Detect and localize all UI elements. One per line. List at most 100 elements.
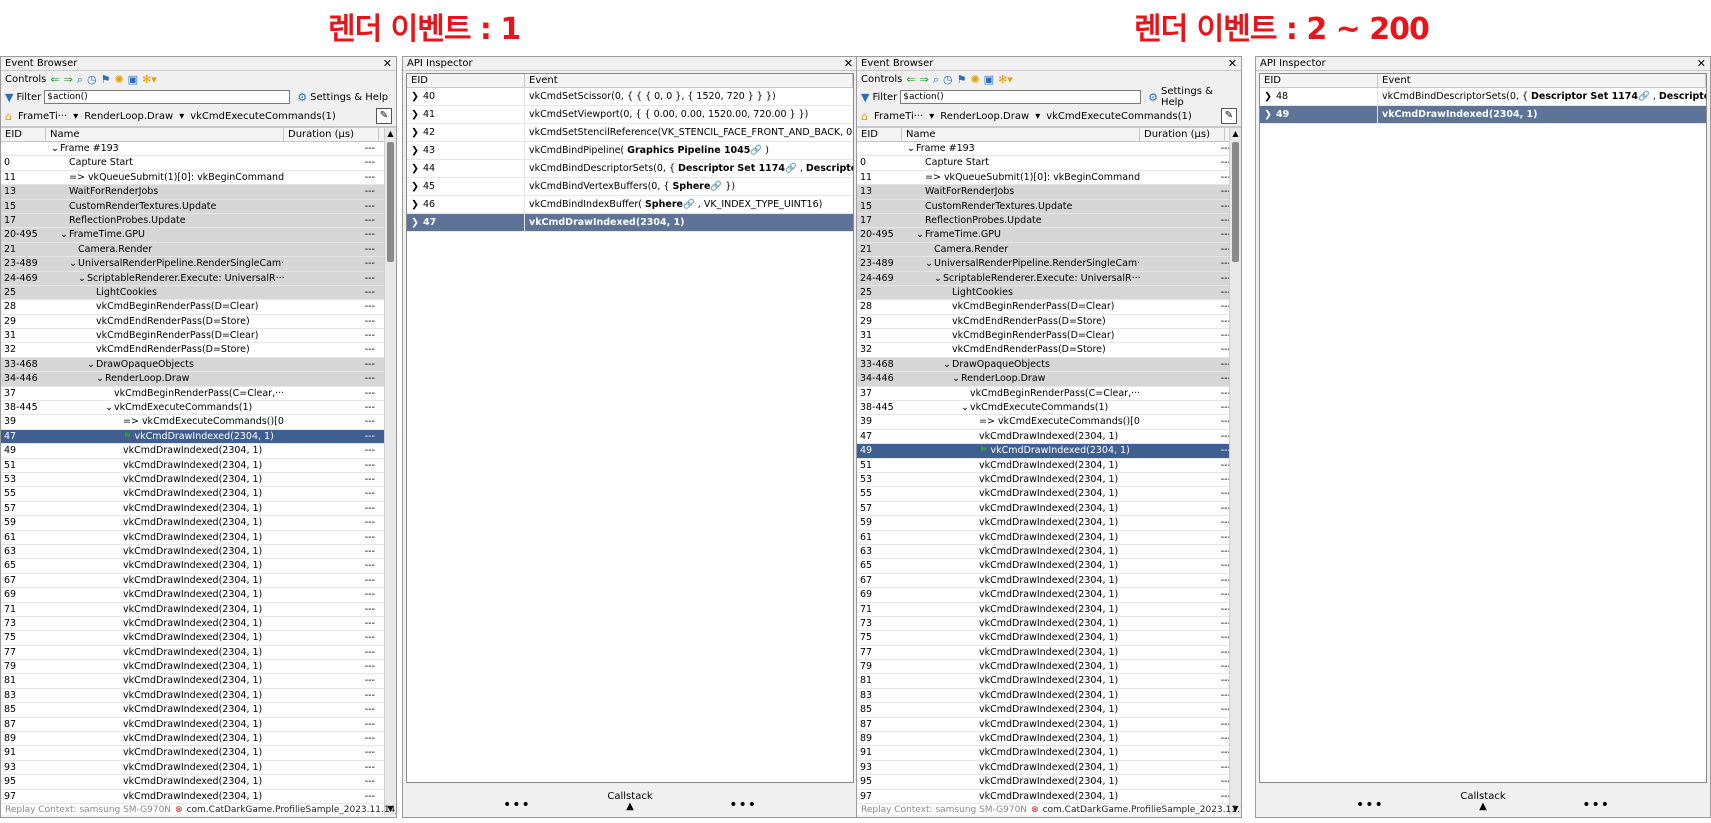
close-icon[interactable]: ✕ [1228, 57, 1237, 70]
table-row[interactable]: 28 vkCmdBeginRenderPass(D=Clear) --- [1, 300, 396, 315]
resource-link[interactable]: Descriptor [1659, 91, 1706, 102]
edit-icon[interactable]: ✎ [1221, 108, 1237, 124]
table-row[interactable]: 75 vkCmdDrawIndexed(2304, 1) --- [1, 631, 396, 646]
table-row[interactable]: 31 vkCmdBeginRenderPass(D=Clear) --- [1, 329, 396, 344]
table-row[interactable]: 95 vkCmdDrawIndexed(2304, 1) --- [857, 775, 1241, 790]
table-row[interactable]: 13 WaitForRenderJobs --- [1, 185, 396, 200]
table-row[interactable]: 24-469 ⌄ScriptableRenderer.Execute: Unive… [1, 271, 396, 286]
settings-dropdown-icon[interactable]: ✻▾ [998, 73, 1013, 86]
resource-link[interactable]: Sphere [645, 199, 683, 210]
table-row[interactable]: 67 vkCmdDrawIndexed(2304, 1) --- [857, 574, 1241, 589]
api-row[interactable]: ❯ 49 vkCmdDrawIndexed(2304, 1) [1260, 106, 1706, 124]
table-row[interactable]: 79 vkCmdDrawIndexed(2304, 1) --- [857, 660, 1241, 675]
expand-chevron-icon[interactable]: ⌄ [50, 142, 60, 155]
table-row[interactable]: 33-468 ⌄DrawOpaqueObjects --- [857, 357, 1241, 373]
table-row[interactable]: 37 vkCmdBeginRenderPass(C=Clear,··· --- [857, 387, 1241, 402]
chevron-right-icon[interactable]: ❯ [411, 124, 423, 141]
column-header-eid[interactable]: EID [1260, 74, 1378, 87]
api-row[interactable]: ❯ 46 vkCmdBindIndexBuffer( Sphere🔗 , VK_IN… [407, 196, 853, 214]
splitter-handle[interactable]: ••• [503, 797, 531, 813]
scroll-thumb[interactable] [1232, 142, 1239, 262]
scroll-thumb[interactable] [387, 142, 394, 262]
table-row[interactable]: 11 => vkQueueSubmit(1)[0]: vkBeginCommand… [1, 171, 396, 186]
save-icon[interactable]: ▣ [984, 73, 994, 86]
breadcrumb-item[interactable]: FrameTi··· [18, 111, 67, 122]
table-row[interactable]: 25 LightCookies --- [857, 285, 1241, 301]
expand-chevron-icon[interactable]: ⌄ [951, 372, 961, 385]
api-row[interactable]: ❯ 45 vkCmdBindVertexBuffers(0, { Sphere🔗 }… [407, 178, 853, 196]
expand-chevron-icon[interactable]: ⌄ [915, 228, 925, 241]
table-row[interactable]: 65 vkCmdDrawIndexed(2304, 1) --- [857, 559, 1241, 574]
table-row[interactable]: 71 vkCmdDrawIndexed(2304, 1) --- [1, 603, 396, 617]
chevron-right-icon[interactable]: ❯ [411, 214, 423, 231]
table-row[interactable]: ⌄Frame #193 --- [857, 142, 1241, 157]
table-row[interactable]: 37 vkCmdBeginRenderPass(C=Clear,··· --- [1, 387, 396, 402]
table-row[interactable]: 15 CustomRenderTextures.Update --- [1, 199, 396, 214]
chevron-right-icon[interactable]: ❯ [411, 106, 423, 123]
table-row[interactable]: 69 vkCmdDrawIndexed(2304, 1) --- [1, 588, 396, 603]
expand-chevron-icon[interactable]: ⌄ [95, 372, 105, 385]
resource-link[interactable]: Descriptor Set 1174 [678, 163, 785, 174]
column-header-eid[interactable]: EID [857, 128, 902, 141]
table-row[interactable]: 29 vkCmdEndRenderPass(D=Store) --- [857, 315, 1241, 330]
settings-dropdown-icon[interactable]: ✻▾ [142, 73, 157, 86]
table-row[interactable]: 0 Capture Start --- [857, 156, 1241, 171]
table-row[interactable]: 38-445 ⌄vkCmdExecuteCommands(1) --- [1, 401, 396, 416]
expand-chevron-icon[interactable]: ⌄ [960, 401, 970, 414]
chevron-right-icon[interactable]: ❯ [411, 160, 423, 177]
arrow-left-icon[interactable]: ⇐ [906, 73, 915, 86]
expand-up-icon[interactable]: ▲ [403, 801, 857, 812]
table-row[interactable]: 97 vkCmdDrawIndexed(2304, 1) --- [1, 790, 396, 804]
edit-icon[interactable]: ✎ [376, 108, 392, 124]
table-row[interactable]: 25 LightCookies --- [1, 285, 396, 301]
chevron-right-icon[interactable]: ❯ [1264, 106, 1276, 123]
table-row[interactable]: 69 vkCmdDrawIndexed(2304, 1) --- [857, 588, 1241, 603]
bookmark-icon[interactable]: ⚑ [101, 73, 111, 86]
home-icon[interactable]: ⌂ [861, 110, 868, 123]
table-row[interactable]: 11 => vkQueueSubmit(1)[0]: vkBeginCommand… [857, 171, 1241, 186]
table-row[interactable]: 55 vkCmdDrawIndexed(2304, 1) --- [857, 487, 1241, 502]
table-row[interactable]: 20-495 ⌄FrameTime.GPU --- [857, 228, 1241, 243]
table-row[interactable]: 23-489 ⌄UniversalRenderPipeline.RenderSin… [857, 257, 1241, 272]
api-row[interactable]: ❯ 42 vkCmdSetStencilReference(VK_STENCIL_F… [407, 124, 853, 142]
column-header-eid[interactable]: EID [1, 128, 46, 141]
home-icon[interactable]: ⌂ [5, 110, 12, 123]
close-icon[interactable]: ✕ [844, 57, 853, 70]
table-row[interactable]: 34-446 ⌄RenderLoop.Draw --- [857, 372, 1241, 387]
table-row[interactable]: 55 vkCmdDrawIndexed(2304, 1) --- [1, 487, 396, 502]
chevron-down-icon[interactable]: ▾ [179, 111, 184, 122]
scroll-up-icon[interactable]: ▲ [385, 128, 396, 140]
table-row[interactable]: 38-445 ⌄vkCmdExecuteCommands(1) --- [857, 401, 1241, 416]
table-row[interactable]: 33-468 ⌄DrawOpaqueObjects --- [1, 357, 396, 373]
resource-link[interactable]: Descriptor Set 1174 [1531, 91, 1638, 102]
table-row[interactable]: 23-489 ⌄UniversalRenderPipeline.RenderSin… [1, 257, 396, 272]
table-row[interactable]: 49 ⚑ vkCmdDrawIndexed(2304, 1) --- [857, 444, 1241, 459]
close-icon[interactable]: ✕ [1697, 57, 1706, 70]
table-row[interactable]: 93 vkCmdDrawIndexed(2304, 1) --- [857, 761, 1241, 776]
table-row[interactable]: 59 vkCmdDrawIndexed(2304, 1) --- [1, 516, 396, 531]
breadcrumb-item[interactable]: RenderLoop.Draw [84, 111, 173, 122]
table-row[interactable]: 87 vkCmdDrawIndexed(2304, 1) --- [1, 718, 396, 733]
table-row[interactable]: 47 ⚑ vkCmdDrawIndexed(2304, 1) --- [1, 429, 396, 445]
save-icon[interactable]: ▣ [128, 73, 138, 86]
table-row[interactable]: 51 vkCmdDrawIndexed(2304, 1) --- [857, 459, 1241, 473]
breadcrumb-item[interactable]: RenderLoop.Draw [940, 111, 1029, 122]
splitter-handle[interactable]: ••• [1356, 797, 1384, 813]
expand-chevron-icon[interactable]: ⌄ [933, 272, 943, 285]
table-row[interactable]: 15 CustomRenderTextures.Update --- [857, 199, 1241, 214]
expand-chevron-icon[interactable]: ⌄ [942, 358, 952, 371]
table-row[interactable]: 91 vkCmdDrawIndexed(2304, 1) --- [857, 746, 1241, 761]
table-row[interactable]: 87 vkCmdDrawIndexed(2304, 1) --- [857, 718, 1241, 733]
settings-help-button[interactable]: ⚙ Settings & Help [1148, 86, 1237, 108]
arrow-right-icon[interactable]: ⇒ [64, 73, 73, 86]
chevron-down-icon[interactable]: ▾ [73, 111, 78, 122]
table-row[interactable]: 24-469 ⌄ScriptableRenderer.Execute: Unive… [857, 271, 1241, 286]
expand-chevron-icon[interactable]: ⌄ [68, 257, 78, 270]
table-row[interactable]: 89 vkCmdDrawIndexed(2304, 1) --- [1, 732, 396, 747]
table-row[interactable]: 71 vkCmdDrawIndexed(2304, 1) --- [857, 603, 1241, 617]
table-row[interactable]: 28 vkCmdBeginRenderPass(D=Clear) --- [857, 300, 1241, 315]
vertical-scrollbar[interactable]: ▲ ▼ [384, 128, 396, 815]
resource-link[interactable]: Sphere [672, 181, 710, 192]
table-row[interactable]: 93 vkCmdDrawIndexed(2304, 1) --- [1, 761, 396, 776]
table-row[interactable]: 47 vkCmdDrawIndexed(2304, 1) --- [857, 430, 1241, 445]
